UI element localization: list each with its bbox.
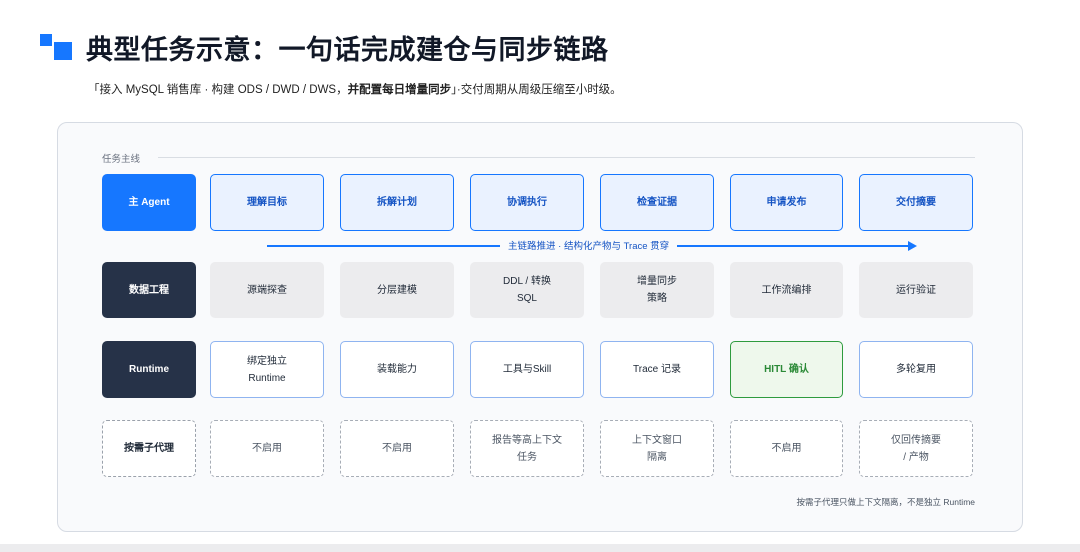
subagent-cell: 仅回传摘要 / 产物 xyxy=(859,420,973,477)
page-title: 典型任务示意：一句话完成建仓与同步链路 xyxy=(86,35,609,65)
runtime-cell: 绑定独立 Runtime xyxy=(210,341,324,398)
subagent-cell: 不启用 xyxy=(730,420,843,477)
step-coordinate-execution: 协调执行 xyxy=(470,174,584,231)
data-eng-cell: 工作流编排 xyxy=(730,262,843,318)
lane-divider xyxy=(158,157,975,158)
runtime-cell: 多轮复用 xyxy=(859,341,973,398)
subagent-cell: 报告等高上下文 任务 xyxy=(470,420,584,477)
brand-logo-icon xyxy=(40,34,74,60)
row-head-runtime: Runtime xyxy=(102,341,196,398)
row-head-data-engineering: 数据工程 xyxy=(102,262,196,318)
runtime-cell: 工具与Skill xyxy=(470,341,584,398)
runtime-cell: 装载能力 xyxy=(340,341,454,398)
footnote: 按需子代理只做上下文隔离，不是独立 Runtime xyxy=(796,497,975,507)
row-head-main-agent: 主 Agent xyxy=(102,174,196,231)
bottom-strip xyxy=(0,544,1080,552)
data-eng-cell: 源端探查 xyxy=(210,262,324,318)
step-deliver-summary: 交付摘要 xyxy=(859,174,973,231)
subtitle-bold: 并配置每日增量同步 xyxy=(347,84,452,96)
main-flow-label: 主链路推进 · 结构化产物与 Trace 贯穿 xyxy=(500,238,678,252)
data-eng-cell: 分层建模 xyxy=(340,262,454,318)
runtime-cell: Trace 记录 xyxy=(600,341,714,398)
row-head-subagent: 按需子代理 xyxy=(102,420,196,477)
arrow-head-icon xyxy=(908,241,917,251)
lane-label: 任务主线 xyxy=(102,154,141,165)
step-request-release: 申请发布 xyxy=(730,174,843,231)
page-subtitle: 「接入 MySQL 销售库 · 构建 ODS / DWD / DWS，并配置每日… xyxy=(88,81,622,97)
data-eng-cell: 增量同步 策略 xyxy=(600,262,714,318)
subagent-cell: 不启用 xyxy=(340,420,454,477)
subagent-cell: 不启用 xyxy=(210,420,324,477)
data-eng-cell: DDL / 转换 SQL xyxy=(470,262,584,318)
hitl-confirm-cell: HITL 确认 xyxy=(730,341,843,398)
subtitle-part-1: 「接入 MySQL 销售库 · 构建 ODS / DWD / DWS， xyxy=(88,84,348,96)
subagent-cell: 上下文窗口 隔离 xyxy=(600,420,714,477)
step-break-down-plan: 拆解计划 xyxy=(340,174,454,231)
subtitle-part-2: 」·交付周期从周级压缩至小时级。 xyxy=(451,84,622,96)
data-eng-cell: 运行验证 xyxy=(859,262,973,318)
step-understand-goal: 理解目标 xyxy=(210,174,324,231)
step-check-evidence: 检查证据 xyxy=(600,174,714,231)
